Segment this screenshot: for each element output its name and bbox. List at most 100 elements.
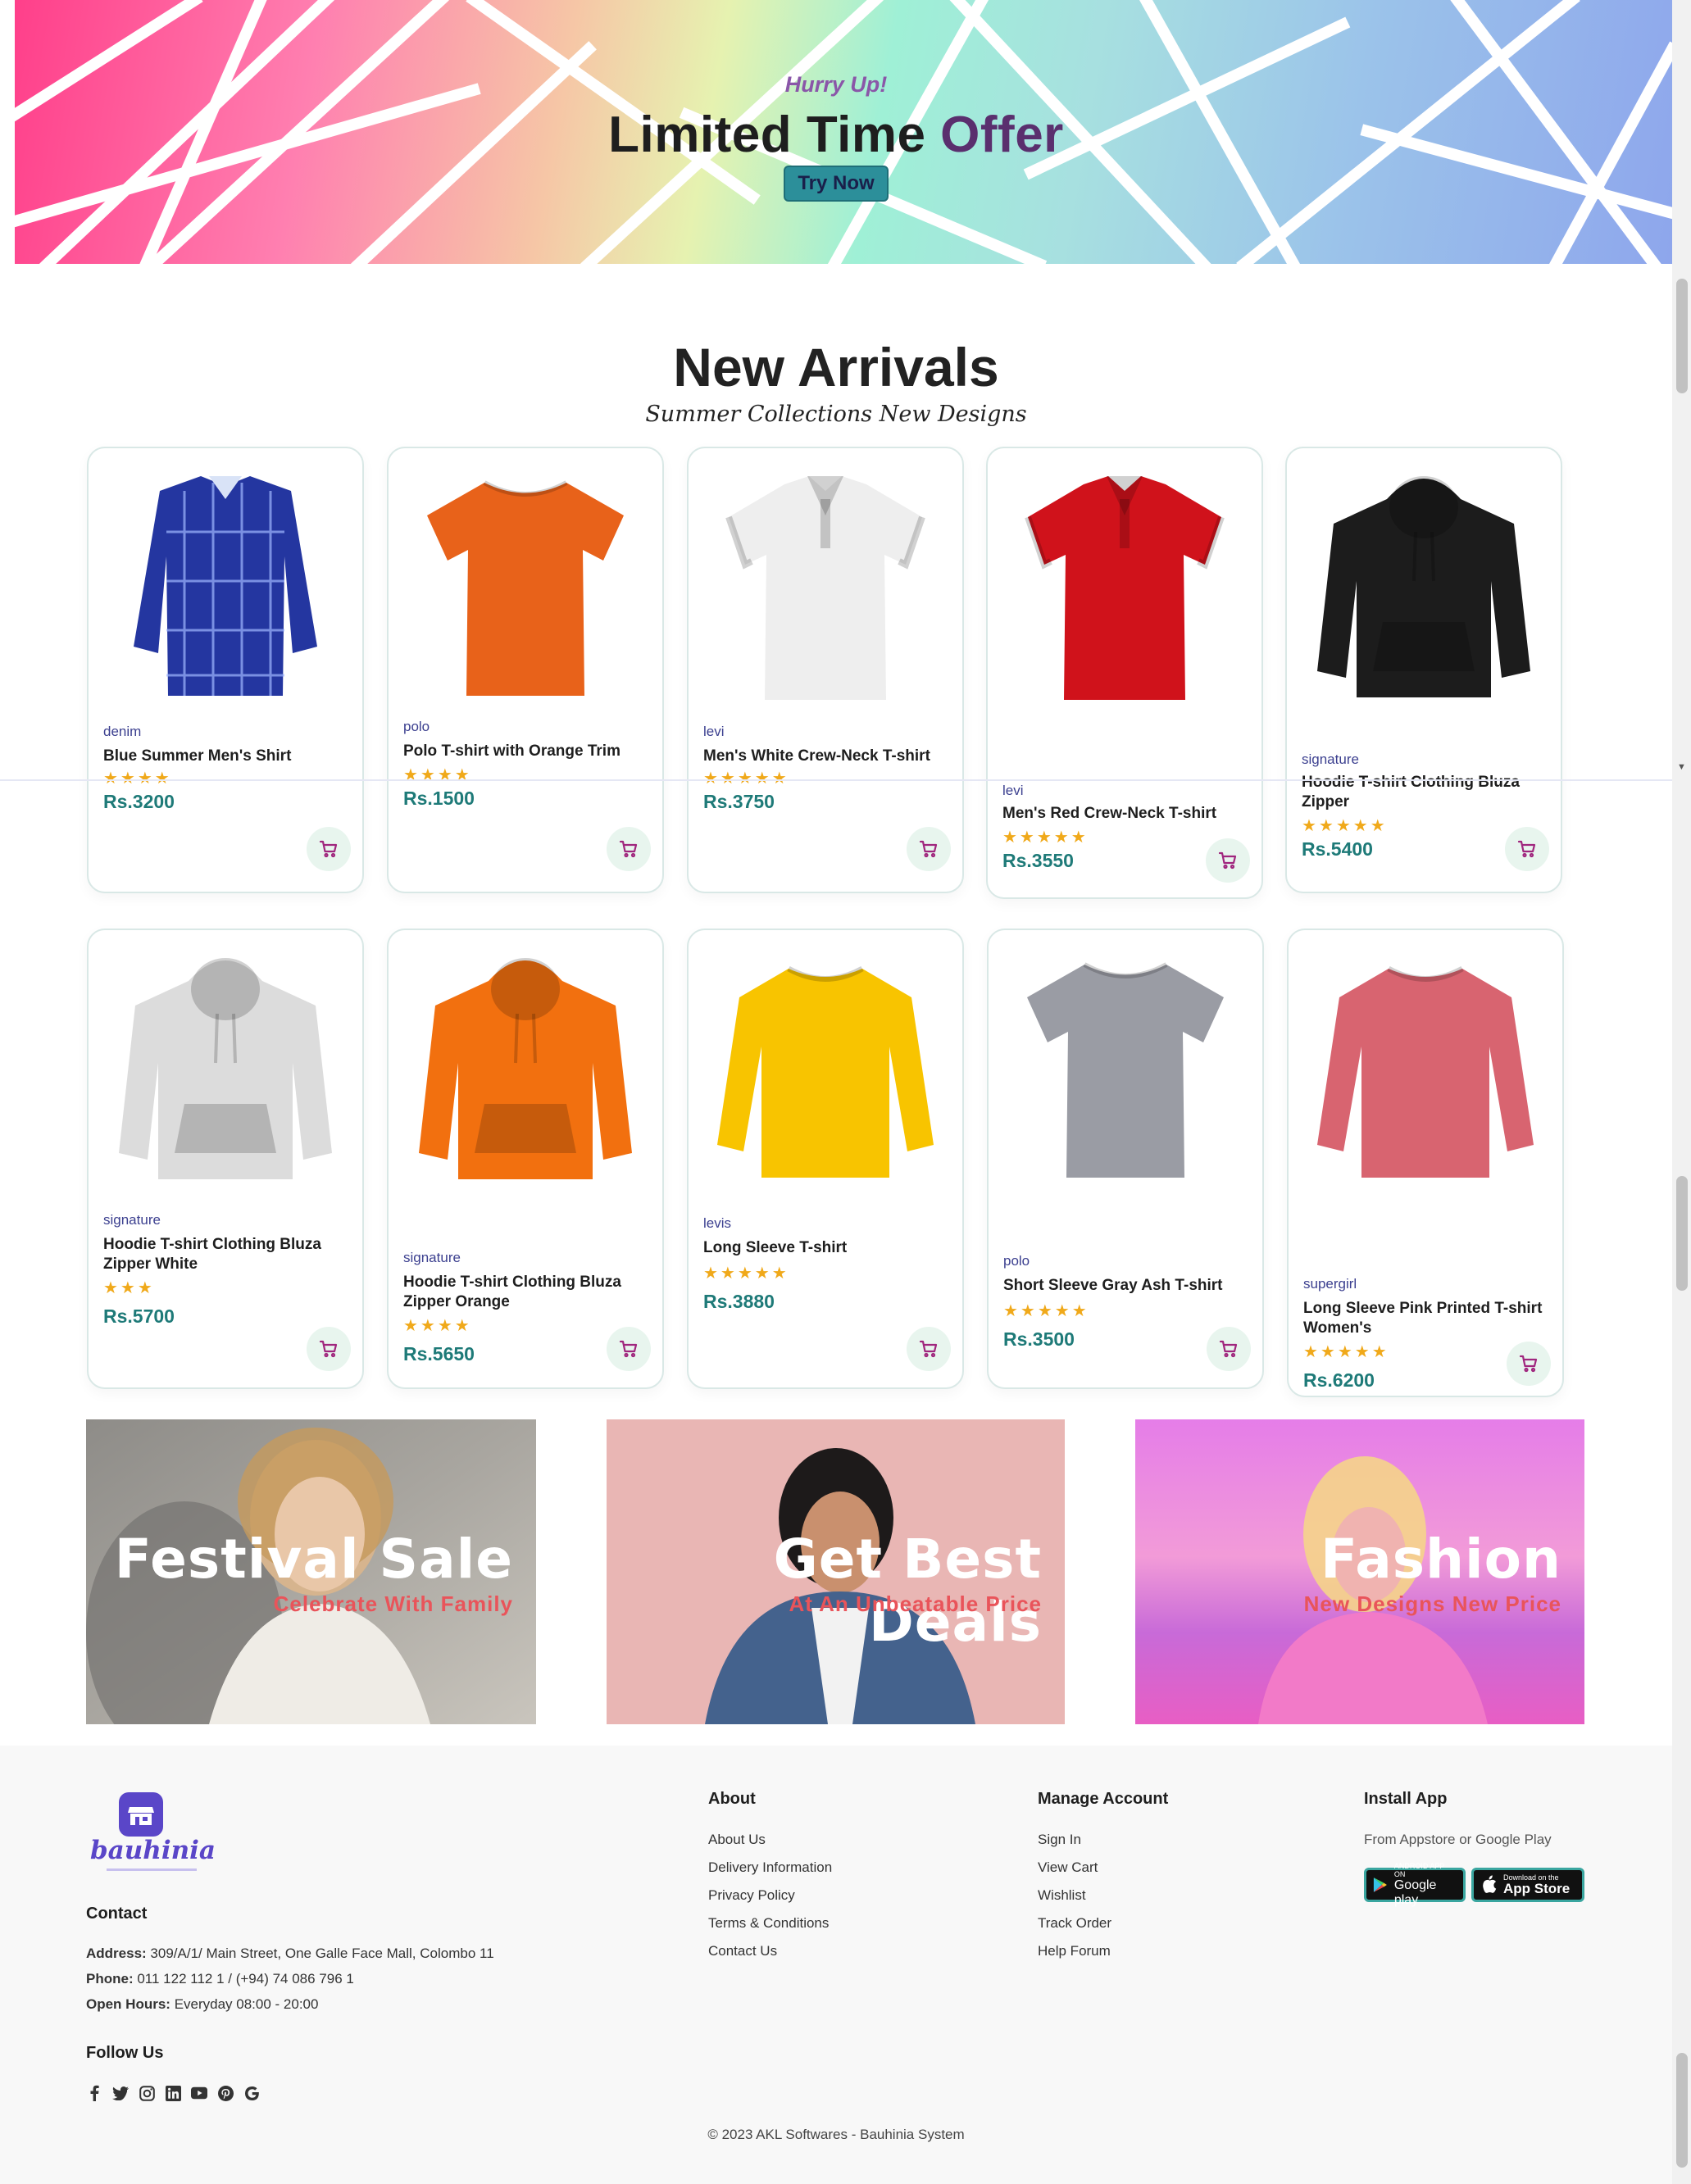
product-brand: denim	[103, 724, 142, 739]
product-card[interactable]: levi Men's Red Crew-Neck T-shirt ★★★★★ R…	[986, 447, 1263, 899]
cart-icon	[619, 839, 639, 859]
cart-icon	[919, 1339, 939, 1359]
footer-link-delivery[interactable]: Delivery Information	[708, 1859, 832, 1876]
product-price: Rs.5650	[403, 1343, 475, 1364]
promo-fashion[interactable]: Fashion New Designs New Price	[1135, 1419, 1584, 1724]
product-price: Rs.5400	[1302, 838, 1373, 860]
banner-eyebrow: Hurry Up!	[784, 72, 888, 97]
new-arrivals-header: New Arrivals Summer Collections New Desi…	[0, 336, 1672, 427]
product-card[interactable]: signature Hoodie T-shirt Clothing Bluza …	[1285, 447, 1562, 893]
footer-link-privacy[interactable]: Privacy Policy	[708, 1887, 795, 1904]
app-store-button[interactable]: Download on the App Store	[1471, 1868, 1584, 1902]
promo-subtitle: Celebrate With Family	[273, 1591, 513, 1616]
product-name[interactable]: Blue Summer Men's Shirt	[103, 747, 349, 766]
footer-link-contact[interactable]: Contact Us	[708, 1943, 777, 1959]
store-logo-icon[interactable]	[119, 1792, 163, 1837]
product-image[interactable]	[400, 458, 651, 704]
product-brand: signature	[103, 1212, 161, 1228]
contact-hours: Open Hours: Everyday 08:00 - 20:00	[86, 1996, 318, 2013]
product-card[interactable]: supergirl Long Sleeve Pink Printed T-shi…	[1287, 929, 1564, 1397]
brand-logo-text[interactable]: bauhinia	[90, 1836, 216, 1865]
product-image[interactable]	[700, 458, 951, 704]
promo-best-deals[interactable]: Get Best Deals At An Unbeatable Price	[607, 1419, 1065, 1724]
add-to-cart-button[interactable]	[307, 1327, 351, 1371]
product-name[interactable]: Short Sleeve Gray Ash T-shirt	[1003, 1276, 1249, 1296]
product-image[interactable]	[999, 458, 1250, 704]
banner-content: Hurry Up! Limited Time Offer Try Now	[0, 72, 1672, 202]
linkedin-icon[interactable]	[165, 2085, 181, 2101]
product-name[interactable]: Long Sleeve Pink Printed T-shirt Women's	[1303, 1299, 1549, 1338]
site-footer	[0, 1746, 1672, 2184]
add-to-cart-button[interactable]	[607, 1327, 651, 1371]
product-card[interactable]: signature Hoodie T-shirt Clothing Bluza …	[387, 929, 664, 1389]
product-name[interactable]: Hoodie T-shirt Clothing Bluza Zipper Ora…	[403, 1273, 649, 1312]
scroll-down-arrow-icon[interactable]: ▼	[1677, 762, 1686, 772]
product-brand: levis	[703, 1215, 732, 1231]
google-play-button[interactable]: ANDROID APP ON Google play	[1364, 1862, 1466, 1907]
product-card[interactable]: signature Hoodie T-shirt Clothing Bluza …	[87, 929, 364, 1389]
product-image[interactable]	[700, 940, 951, 1186]
product-brand: polo	[403, 719, 430, 734]
add-to-cart-button[interactable]	[907, 827, 951, 871]
product-name[interactable]: Hoodie T-shirt Clothing Bluza Zipper Whi…	[103, 1235, 349, 1274]
twitter-icon[interactable]	[112, 2085, 129, 2101]
product-price: Rs.3880	[703, 1291, 775, 1312]
footer-link-view-cart[interactable]: View Cart	[1038, 1859, 1098, 1876]
footer-link-wishlist[interactable]: Wishlist	[1038, 1887, 1086, 1904]
product-card[interactable]: polo Short Sleeve Gray Ash T-shirt ★★★★★…	[987, 929, 1264, 1389]
pinterest-icon[interactable]	[217, 2085, 234, 2101]
product-image[interactable]	[1300, 940, 1551, 1186]
product-brand: levi	[1002, 783, 1024, 798]
footer-link-terms[interactable]: Terms & Conditions	[708, 1915, 829, 1932]
product-rating-stars: ★★★★	[403, 1317, 472, 1335]
google-icon[interactable]	[243, 2085, 260, 2101]
page-scroll-thumb[interactable]	[1676, 2053, 1688, 2168]
footer-link-sign-in[interactable]: Sign In	[1038, 1832, 1081, 1848]
add-to-cart-button[interactable]	[1505, 827, 1549, 871]
phone-label: Phone:	[86, 1971, 134, 1986]
product-image[interactable]	[100, 458, 351, 704]
product-brand: signature	[1302, 751, 1359, 767]
product-card[interactable]: levis Long Sleeve T-shirt ★★★★★ Rs.3880	[687, 929, 964, 1389]
product-price: Rs.5700	[103, 1305, 175, 1327]
product-card[interactable]: denim Blue Summer Men's Shirt ★★★★ Rs.32…	[87, 447, 364, 893]
footer-link-about-us[interactable]: About Us	[708, 1832, 766, 1848]
product-rating-stars: ★★★★	[403, 766, 472, 784]
add-to-cart-button[interactable]	[1206, 838, 1250, 883]
instagram-icon[interactable]	[139, 2085, 155, 2101]
product-image[interactable]	[400, 940, 651, 1186]
product-name[interactable]: Men's Red Crew-Neck T-shirt	[1002, 804, 1248, 824]
product-name[interactable]: Long Sleeve T-shirt	[703, 1238, 949, 1258]
facebook-icon[interactable]	[86, 2085, 102, 2101]
try-now-button[interactable]: Try Now	[784, 166, 889, 202]
add-to-cart-button[interactable]	[307, 827, 351, 871]
add-to-cart-button[interactable]	[1207, 1327, 1251, 1371]
inner-scroll-thumb[interactable]	[1676, 279, 1688, 393]
footer-link-help-forum[interactable]: Help Forum	[1038, 1943, 1111, 1959]
apple-icon	[1483, 1875, 1497, 1893]
product-card[interactable]: levi Men's White Crew-Neck T-shirt ★★★★★…	[687, 447, 964, 893]
product-price: Rs.3550	[1002, 850, 1074, 871]
product-rating-stars: ★★★★★	[703, 1265, 789, 1283]
product-name[interactable]: Men's White Crew-Neck T-shirt	[703, 747, 949, 766]
product-image[interactable]	[1298, 458, 1549, 704]
product-brand: signature	[403, 1250, 461, 1265]
banner-title-main: Limited Time	[608, 107, 926, 163]
install-app-heading: Install App	[1364, 1790, 1448, 1808]
youtube-icon[interactable]	[191, 2085, 207, 2101]
inner-scroll-thumb-2[interactable]	[1676, 1176, 1688, 1291]
promo-festival-sale[interactable]: Festival Sale Celebrate With Family	[86, 1419, 536, 1724]
add-to-cart-button[interactable]	[607, 827, 651, 871]
contact-heading: Contact	[86, 1905, 148, 1923]
offer-banner: Hurry Up! Limited Time Offer Try Now	[0, 0, 1672, 264]
product-image[interactable]	[1000, 940, 1251, 1186]
promo-title: Festival Sale	[114, 1528, 513, 1591]
footer-link-track-order[interactable]: Track Order	[1038, 1915, 1111, 1932]
cart-icon	[1517, 839, 1537, 859]
product-card[interactable]: polo Polo T-shirt with Orange Trim ★★★★ …	[387, 447, 664, 893]
product-name[interactable]: Polo T-shirt with Orange Trim	[403, 742, 649, 761]
add-to-cart-button[interactable]	[1507, 1342, 1551, 1386]
contact-address: Address: 309/A/1/ Main Street, One Galle…	[86, 1946, 494, 1962]
product-image[interactable]	[100, 940, 351, 1186]
add-to-cart-button[interactable]	[907, 1327, 951, 1371]
